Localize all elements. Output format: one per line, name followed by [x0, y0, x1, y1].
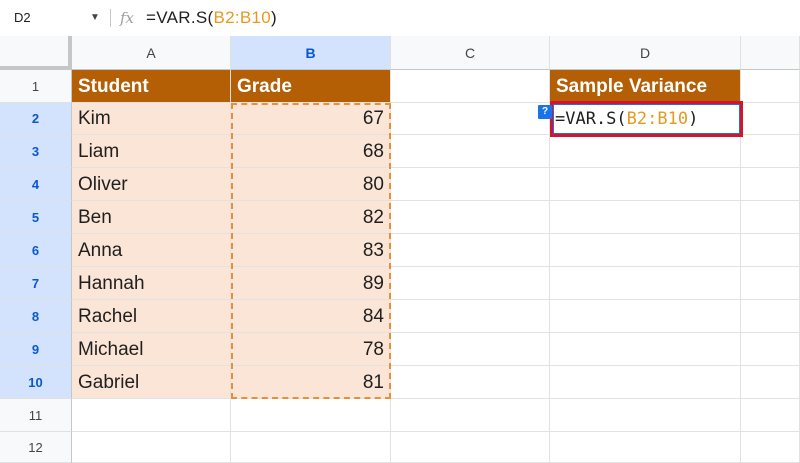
- row-header-7[interactable]: 7: [0, 267, 72, 300]
- grid-cell[interactable]: [741, 201, 800, 234]
- row-header-4[interactable]: 4: [0, 168, 72, 201]
- formula-bar-divider: [110, 9, 111, 27]
- grid-cell[interactable]: [391, 366, 550, 399]
- row-header-10[interactable]: 10: [0, 366, 72, 399]
- formula-prefix: =VAR.S(: [146, 8, 214, 27]
- formula-bar: D2 ▼ fx =VAR.S(B2:B10): [0, 0, 800, 37]
- grade-cell[interactable]: 67: [231, 103, 391, 135]
- grade-cell[interactable]: 84: [231, 300, 391, 333]
- editor-edit-suffix: ): [688, 109, 699, 129]
- grid-cell[interactable]: [550, 234, 741, 267]
- grade-cell[interactable]: 89: [231, 267, 391, 300]
- grid-cell[interactable]: [741, 168, 800, 201]
- grade-cell[interactable]: 83: [231, 234, 391, 267]
- row-header-5[interactable]: 5: [0, 201, 72, 234]
- row-header-8[interactable]: 8: [0, 300, 72, 333]
- column-header-c[interactable]: C: [391, 36, 550, 70]
- row-header-2[interactable]: 2: [0, 103, 72, 135]
- grid-cell[interactable]: [741, 366, 800, 399]
- formula-help-icon[interactable]: ?: [538, 105, 552, 119]
- grade-cell[interactable]: 81: [231, 366, 391, 399]
- grid-cell[interactable]: [741, 135, 800, 168]
- row-header-6[interactable]: 6: [0, 234, 72, 267]
- editor-edit-range: B2:B10: [626, 109, 689, 129]
- grid-cell[interactable]: [391, 333, 550, 366]
- grade-cell[interactable]: 68: [231, 135, 391, 168]
- formula-input[interactable]: =VAR.S(B2:B10): [146, 0, 277, 36]
- grid-cell[interactable]: [741, 333, 800, 366]
- grid-cell[interactable]: [391, 399, 550, 432]
- grade-cell[interactable]: 80: [231, 168, 391, 201]
- grid-cell[interactable]: [391, 103, 550, 135]
- row-header-12[interactable]: 12: [0, 432, 72, 463]
- student-name-cell[interactable]: Ben: [72, 201, 231, 234]
- row-header-9[interactable]: 9: [0, 333, 72, 366]
- grid-cell[interactable]: [741, 300, 800, 333]
- student-name-cell[interactable]: Kim: [72, 103, 231, 135]
- header-sample-variance[interactable]: Sample Variance: [550, 70, 741, 103]
- column-header-filler: [741, 36, 800, 70]
- grid-cell[interactable]: [741, 267, 800, 300]
- grid-cell[interactable]: [391, 168, 550, 201]
- grade-cell[interactable]: 78: [231, 333, 391, 366]
- grid-cell[interactable]: [550, 333, 741, 366]
- select-all-corner[interactable]: [0, 36, 72, 70]
- student-name-cell[interactable]: Hannah: [72, 267, 231, 300]
- grid-cell[interactable]: [741, 432, 800, 463]
- student-name-cell[interactable]: Oliver: [72, 168, 231, 201]
- formula-range: B2:B10: [213, 8, 272, 27]
- column-header-b[interactable]: B: [231, 36, 391, 70]
- grid-cell[interactable]: [231, 432, 391, 463]
- name-box[interactable]: D2: [14, 0, 31, 36]
- grid-cell[interactable]: [550, 135, 741, 168]
- grid-cell[interactable]: [741, 234, 800, 267]
- header-student[interactable]: Student: [72, 70, 231, 103]
- grid-cell[interactable]: [550, 201, 741, 234]
- grid-cell[interactable]: [391, 267, 550, 300]
- grid-cell[interactable]: [550, 432, 741, 463]
- student-name-cell[interactable]: Liam: [72, 135, 231, 168]
- grid-cell[interactable]: [391, 234, 550, 267]
- row-header-11[interactable]: 11: [0, 399, 72, 432]
- grid-cell[interactable]: [391, 201, 550, 234]
- grid-cell[interactable]: [741, 70, 800, 103]
- grid-cell[interactable]: [550, 267, 741, 300]
- grid-cell[interactable]: [231, 399, 391, 432]
- grid-cell[interactable]: [550, 300, 741, 333]
- active-cell-editor[interactable]: =VAR.S(B2:B10): [550, 101, 743, 137]
- grade-cell[interactable]: 82: [231, 201, 391, 234]
- editor-edit-prefix: =VAR.S(: [555, 109, 627, 129]
- student-name-cell[interactable]: Anna: [72, 234, 231, 267]
- grid-cell[interactable]: [72, 399, 231, 432]
- column-header-a[interactable]: A: [72, 36, 231, 70]
- student-name-cell[interactable]: Gabriel: [72, 366, 231, 399]
- grid-cell[interactable]: [391, 432, 550, 463]
- grid-cell[interactable]: [391, 300, 550, 333]
- row-header-3[interactable]: 3: [0, 135, 72, 168]
- grid-cell[interactable]: [741, 103, 800, 135]
- grid-cell[interactable]: [550, 399, 741, 432]
- fx-icon: fx: [120, 9, 135, 27]
- student-name-cell[interactable]: Rachel: [72, 300, 231, 333]
- student-name-cell[interactable]: Michael: [72, 333, 231, 366]
- formula-suffix: ): [271, 8, 277, 27]
- grid-cell[interactable]: [550, 366, 741, 399]
- header-grade[interactable]: Grade: [231, 70, 391, 103]
- grid-cell[interactable]: [391, 70, 550, 103]
- grid-cell[interactable]: [550, 168, 741, 201]
- grid-cell[interactable]: [391, 135, 550, 168]
- grid-cell[interactable]: [741, 399, 800, 432]
- grid-cell[interactable]: [72, 432, 231, 463]
- row-header-1[interactable]: 1: [0, 70, 72, 103]
- spreadsheet-grid: A B C D 1 2 3 4 5 6 7 8 9 10 11 12 Student Grade Sample Va…: [0, 36, 800, 463]
- dropdown-caret-icon[interactable]: ▼: [90, 0, 100, 36]
- column-header-d[interactable]: D: [550, 36, 741, 70]
